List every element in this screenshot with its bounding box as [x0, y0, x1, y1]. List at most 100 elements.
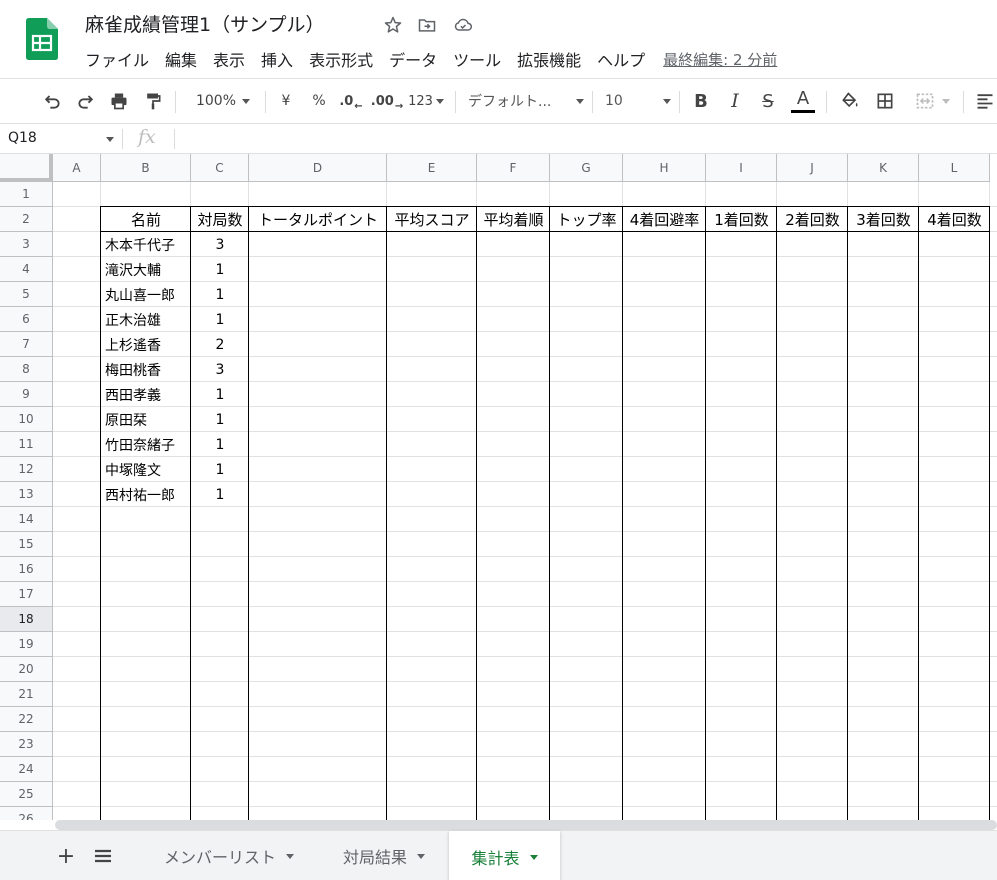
table-header-cell[interactable]: 平均スコア: [387, 207, 477, 232]
column-header[interactable]: E: [387, 154, 477, 182]
row-header[interactable]: 23: [0, 732, 53, 757]
table-header-cell[interactable]: トップ率: [550, 207, 623, 232]
menu-view[interactable]: 表示: [205, 45, 253, 73]
player-name-cell[interactable]: 原田栞: [105, 407, 190, 432]
bold-button[interactable]: B: [689, 87, 713, 115]
row-header[interactable]: 20: [0, 657, 53, 682]
menu-extensions[interactable]: 拡張機能: [509, 45, 589, 73]
player-name-cell[interactable]: 竹田奈緒子: [105, 432, 190, 457]
games-count-cell[interactable]: 1: [191, 382, 249, 407]
menu-insert[interactable]: 挿入: [253, 45, 301, 73]
row-header[interactable]: 16: [0, 557, 53, 582]
menu-tools[interactable]: ツール: [445, 45, 509, 73]
select-all-corner[interactable]: [0, 154, 53, 182]
games-count-cell[interactable]: 1: [191, 307, 249, 332]
player-name-cell[interactable]: 丸山喜一郎: [105, 282, 190, 307]
games-count-cell[interactable]: 3: [191, 232, 249, 257]
column-header[interactable]: K: [848, 154, 919, 182]
print-icon[interactable]: [105, 87, 133, 115]
row-header[interactable]: 11: [0, 432, 53, 457]
paint-format-icon[interactable]: [139, 87, 167, 115]
row-header[interactable]: 2: [0, 207, 53, 232]
sheet-tab-match-results[interactable]: 対局結果: [320, 831, 448, 880]
row-header[interactable]: 25: [0, 782, 53, 807]
table-header-cell[interactable]: 名前: [101, 207, 191, 232]
player-name-cell[interactable]: 正木治雄: [105, 307, 190, 332]
player-name-cell[interactable]: 木本千代子: [105, 232, 190, 257]
row-header[interactable]: 24: [0, 757, 53, 782]
column-header[interactable]: J: [777, 154, 848, 182]
table-header-cell[interactable]: 3着回数: [848, 207, 919, 232]
menu-file[interactable]: ファイル: [77, 45, 157, 73]
sheet-tab-member-list[interactable]: メンバーリスト: [140, 831, 318, 880]
row-header[interactable]: 12: [0, 457, 53, 482]
table-header-cell[interactable]: 4着回避率: [623, 207, 706, 232]
table-header-cell[interactable]: 平均着順: [477, 207, 550, 232]
add-sheet-button[interactable]: +: [53, 843, 79, 869]
row-header[interactable]: 7: [0, 332, 53, 357]
games-count-cell[interactable]: 1: [191, 407, 249, 432]
merge-cells-icon[interactable]: [908, 87, 956, 115]
percent-format-button[interactable]: %: [308, 87, 330, 115]
all-sheets-menu-icon[interactable]: [90, 843, 116, 869]
column-header[interactable]: B: [101, 154, 191, 182]
row-header[interactable]: 17: [0, 582, 53, 607]
table-header-cell[interactable]: 4着回数: [919, 207, 990, 232]
row-header[interactable]: 15: [0, 532, 53, 557]
player-name-cell[interactable]: 上杉遙香: [105, 332, 190, 357]
column-header[interactable]: I: [706, 154, 777, 182]
player-name-cell[interactable]: 西田孝義: [105, 382, 190, 407]
player-name-cell[interactable]: 西村祐一郎: [105, 482, 190, 507]
more-formats-select[interactable]: 123: [406, 87, 446, 115]
cloud-saved-icon[interactable]: [452, 14, 474, 36]
column-header[interactable]: D: [249, 154, 387, 182]
borders-icon[interactable]: [872, 87, 898, 115]
games-count-cell[interactable]: 3: [191, 357, 249, 382]
column-header[interactable]: G: [550, 154, 623, 182]
formula-input[interactable]: [182, 124, 982, 153]
column-header[interactable]: A: [53, 154, 101, 182]
decrease-decimal-button[interactable]: .0 ←: [336, 87, 366, 115]
games-count-cell[interactable]: 1: [191, 457, 249, 482]
redo-icon[interactable]: [72, 87, 100, 115]
increase-decimal-button[interactable]: .00 →: [370, 87, 404, 115]
row-header[interactable]: 21: [0, 682, 53, 707]
games-count-cell[interactable]: 1: [191, 482, 249, 507]
italic-button[interactable]: I: [723, 87, 747, 115]
menu-format[interactable]: 表示形式: [301, 45, 381, 73]
games-count-cell[interactable]: 2: [191, 332, 249, 357]
table-header-cell[interactable]: トータルポイント: [249, 207, 387, 232]
player-name-cell[interactable]: 中塚隆文: [105, 457, 190, 482]
name-box[interactable]: Q18: [0, 124, 122, 153]
font-size-select[interactable]: 10: [605, 87, 671, 115]
row-header[interactable]: 13: [0, 482, 53, 507]
column-header[interactable]: L: [919, 154, 990, 182]
align-left-icon[interactable]: [972, 87, 997, 115]
menu-edit[interactable]: 編集: [157, 45, 205, 73]
games-count-cell[interactable]: 1: [191, 282, 249, 307]
menu-data[interactable]: データ: [381, 45, 445, 73]
horizontal-scrollbar[interactable]: [55, 820, 997, 830]
last-edit-link[interactable]: 最終編集: 2 分前: [663, 49, 777, 70]
row-header[interactable]: 26: [0, 807, 53, 820]
column-header[interactable]: H: [623, 154, 706, 182]
table-header-cell[interactable]: 対局数: [191, 207, 249, 232]
row-header[interactable]: 19: [0, 632, 53, 657]
row-header[interactable]: 4: [0, 257, 53, 282]
sheet-tab-summary[interactable]: 集計表: [449, 831, 560, 880]
row-header[interactable]: 3: [0, 232, 53, 257]
spreadsheet-grid[interactable]: A B C D E F G H I J K L 1 2 3 4 5 6 7 8 9 10 11 12 13 14 15 16 17 18 1…: [0, 154, 997, 820]
games-count-cell[interactable]: 1: [191, 257, 249, 282]
zoom-select[interactable]: 100%: [188, 87, 258, 115]
row-header[interactable]: 1: [0, 182, 53, 207]
row-header[interactable]: 14: [0, 507, 53, 532]
column-header[interactable]: C: [191, 154, 249, 182]
row-header[interactable]: 22: [0, 707, 53, 732]
player-name-cell[interactable]: 梅田桃香: [105, 357, 190, 382]
star-icon[interactable]: [382, 14, 404, 36]
row-header[interactable]: 8: [0, 357, 53, 382]
player-name-cell[interactable]: 滝沢大輔: [105, 257, 190, 282]
font-family-select[interactable]: デフォルト...: [468, 87, 584, 115]
column-header[interactable]: F: [477, 154, 550, 182]
document-title[interactable]: 麻雀成績管理1（サンプル）: [85, 10, 325, 37]
